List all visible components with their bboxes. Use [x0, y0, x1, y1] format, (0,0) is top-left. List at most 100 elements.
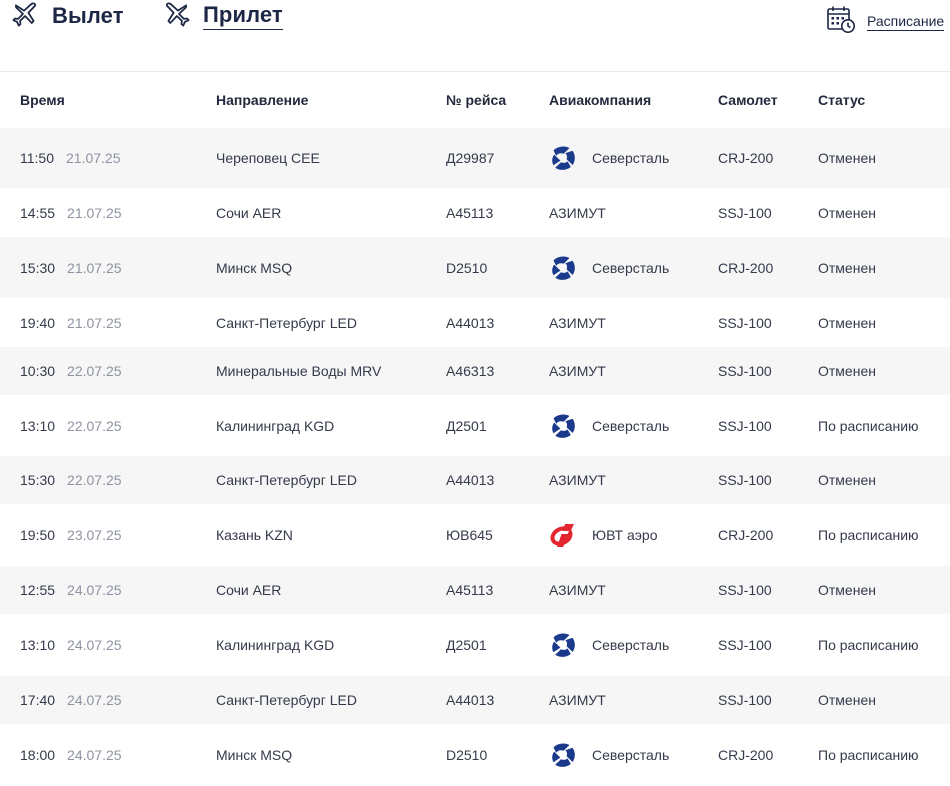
- schedule-link[interactable]: Расписание: [826, 4, 945, 39]
- arrival-date: 21.07.25: [67, 259, 122, 276]
- arrival-time: 11:50: [20, 150, 54, 166]
- cell-time: 15:30 21.07.25: [20, 237, 122, 298]
- cell-destination: Минск MSQ: [216, 259, 293, 276]
- cell-time: 17:40 24.07.25: [20, 676, 122, 724]
- arrival-time: 19:50: [20, 527, 56, 543]
- cell-status: Отменен: [818, 472, 876, 488]
- table-row: 17:40 24.07.25 Санкт-Петербург LED А44013 АЗ…: [0, 676, 950, 724]
- table-row: 10:30 22.07.25 Минеральные Воды MRV А46313 А…: [0, 347, 950, 395]
- flight-table-body: 11:50 21.07.25 Череповец CEE Д29987 Северста…: [0, 128, 950, 786]
- arrival-date: 24.07.25: [67, 692, 122, 708]
- column-header-destination: Направление: [216, 92, 309, 108]
- cell-status: По расписанию: [818, 417, 919, 434]
- airline-name: АЗИМУТ: [549, 314, 606, 331]
- cell-airline: ЮВТ аэро: [549, 504, 658, 566]
- arrival-time: 18:00: [20, 747, 56, 763]
- cell-time: 11:50 21.07.25: [20, 128, 121, 188]
- tab-departures[interactable]: Вылет: [12, 0, 124, 32]
- airline-name: Северсталь: [592, 637, 670, 653]
- cell-flight-number: А45113: [446, 582, 494, 598]
- cell-flight-number: D2510: [446, 259, 488, 276]
- cell-flight-number: А44013: [446, 314, 495, 331]
- arrival-date: 23.07.25: [67, 527, 122, 543]
- arrival-date: 24.07.25: [67, 582, 122, 598]
- airline-name: Северсталь: [592, 417, 670, 434]
- cell-time: 14:55 21.07.25: [20, 188, 122, 237]
- plane-arrival-icon: [163, 0, 190, 32]
- cell-airline: АЗИМУТ: [549, 676, 606, 724]
- cell-destination: Минск MSQ: [216, 747, 293, 763]
- arrival-date: 21.07.25: [67, 314, 122, 331]
- severstal-logo-icon: [549, 412, 577, 440]
- cell-airline: Северсталь: [549, 128, 669, 188]
- cell-destination: Санкт-Петербург LED: [216, 472, 357, 488]
- cell-flight-number: Д29987: [446, 150, 495, 166]
- airline-name: АЗИМУТ: [549, 582, 606, 598]
- calendar-clock-icon: [826, 4, 856, 39]
- table-row: 13:10 24.07.25 Калининград KGD Д2501 Северст…: [0, 614, 950, 676]
- cell-flight-number: Д2501: [446, 637, 487, 653]
- column-header-status: Статус: [818, 92, 866, 108]
- cell-destination: Сочи AER: [216, 204, 282, 221]
- cell-flight-number: А45113: [446, 204, 494, 221]
- table-row: 14:55 21.07.25 Сочи AER А45113 АЗИМУТ SSJ-100…: [0, 188, 950, 237]
- cell-flight-number: ЮВ645: [446, 527, 493, 543]
- cell-destination: Калининград KGD: [216, 637, 335, 653]
- cell-flight-number: А44013: [446, 692, 495, 708]
- cell-airline: Северсталь: [549, 614, 669, 676]
- cell-aircraft: SSJ-100: [718, 363, 772, 379]
- airline-name: Северсталь: [592, 747, 670, 763]
- cell-aircraft: SSJ-100: [718, 314, 772, 331]
- table-row: 15:30 21.07.25 Минск MSQ D2510 Северсталь CRJ…: [0, 237, 950, 298]
- severstal-logo-icon: [549, 254, 577, 282]
- cell-aircraft: SSJ-100: [718, 472, 772, 488]
- cell-time: 10:30 22.07.25: [20, 347, 122, 395]
- cell-time: 19:40 21.07.25: [20, 298, 122, 347]
- cell-airline: АЗИМУТ: [549, 188, 606, 237]
- cell-status: Отменен: [818, 363, 876, 379]
- tab-departures-label: Вылет: [52, 3, 124, 28]
- arrival-date: 22.07.25: [67, 363, 122, 379]
- schedule-link-label: Расписание: [867, 12, 945, 31]
- table-row: 19:50 23.07.25 Казань KZN ЮВ645 ЮВТ аэро CRJ-…: [0, 504, 950, 566]
- table-row: 19:40 21.07.25 Санкт-Петербург LED А44013 АЗ…: [0, 298, 950, 347]
- table-row: 13:10 22.07.25 Калининград KGD Д2501 Северст…: [0, 395, 950, 456]
- cell-time: 13:10 22.07.25: [20, 395, 122, 456]
- cell-aircraft: SSJ-100: [718, 582, 772, 598]
- plane-departure-icon: [12, 0, 39, 32]
- cell-aircraft: CRJ-200: [718, 747, 774, 763]
- flight-board-header: Вылет Прилет Расписание: [0, 0, 950, 72]
- yuvt-aero-logo-icon: [549, 521, 577, 549]
- cell-airline: Северсталь: [549, 724, 669, 786]
- arrival-date: 22.07.25: [67, 417, 122, 434]
- cell-aircraft: CRJ-200: [718, 150, 774, 166]
- cell-flight-number: D2510: [446, 747, 488, 763]
- cell-time: 19:50 23.07.25: [20, 504, 122, 566]
- arrival-date: 21.07.25: [67, 204, 122, 221]
- cell-aircraft: CRJ-200: [718, 259, 774, 276]
- airline-name: АЗИМУТ: [549, 204, 606, 221]
- cell-destination: Минеральные Воды MRV: [216, 363, 382, 379]
- arrival-date: 24.07.25: [67, 637, 122, 653]
- cell-destination: Сочи AER: [216, 582, 282, 598]
- arrival-date: 22.07.25: [67, 472, 122, 488]
- cell-airline: Северсталь: [549, 395, 669, 456]
- cell-flight-number: А44013: [446, 472, 495, 488]
- severstal-logo-icon: [549, 741, 577, 769]
- table-row: 15:30 22.07.25 Санкт-Петербург LED А44013 АЗ…: [0, 456, 950, 504]
- cell-destination: Санкт-Петербург LED: [216, 314, 357, 331]
- airline-name: Северсталь: [592, 259, 670, 276]
- tab-arrivals[interactable]: Прилет: [163, 0, 283, 32]
- airline-name: ЮВТ аэро: [592, 527, 658, 543]
- arrival-time: 17:40: [20, 692, 56, 708]
- cell-status: Отменен: [818, 259, 876, 276]
- airline-name: АЗИМУТ: [549, 692, 606, 708]
- cell-status: По расписанию: [818, 637, 919, 653]
- severstal-logo-icon: [549, 631, 577, 659]
- table-row: 18:00 24.07.25 Минск MSQ D2510 Северсталь CRJ…: [0, 724, 950, 786]
- cell-status: Отменен: [818, 150, 876, 166]
- airline-name: АЗИМУТ: [549, 363, 606, 379]
- airline-name: АЗИМУТ: [549, 472, 606, 488]
- column-header-time: Время: [20, 92, 65, 108]
- arrival-time: 15:30: [20, 472, 56, 488]
